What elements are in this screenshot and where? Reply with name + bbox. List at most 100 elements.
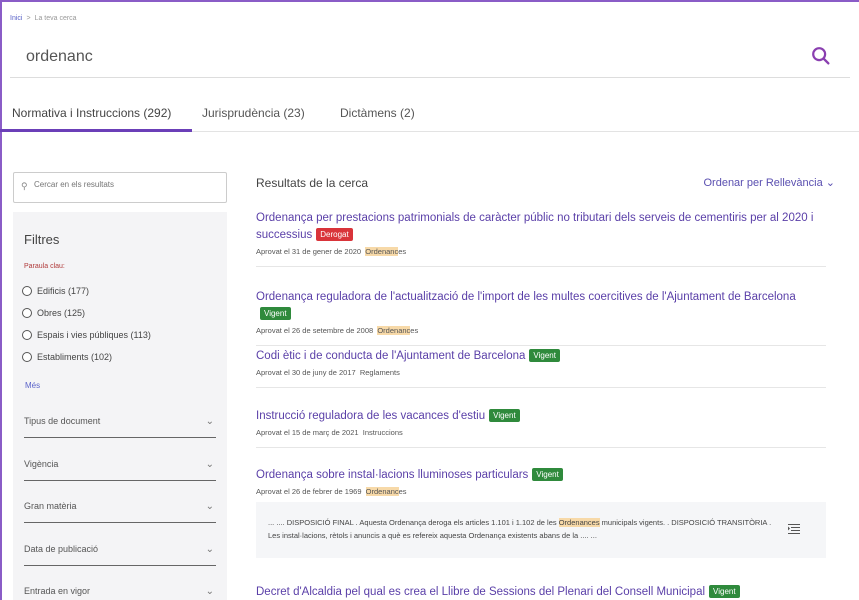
results-heading: Resultats de la cerca (256, 176, 369, 190)
result-type: es (398, 247, 407, 256)
window-frame-left (0, 0, 2, 600)
result-item: Codi ètic i de conducta de l'Ajuntament … (256, 348, 826, 388)
result-meta: Aprovat el 15 de març de 2021 Instruccio… (256, 428, 826, 437)
facet-label: Gran matèria (24, 501, 77, 511)
result-item: Instrucció reguladora de les vacances d'… (256, 408, 826, 448)
result-item: Ordenança per prestacions patrimonials d… (256, 210, 826, 267)
chevron-down-icon: ⌄ (205, 459, 214, 470)
status-badge: Vigent (709, 585, 740, 598)
result-divider (256, 345, 826, 346)
active-tab-indicator (0, 129, 192, 132)
facet-entrada-vigor[interactable]: Entrada en vigor ⌄ (24, 578, 216, 600)
search-query-text[interactable]: ordenanc (26, 48, 93, 66)
result-title-line: Codi ètic i de conducta de l'Ajuntament … (256, 348, 826, 365)
chevron-down-icon: ⌄ (205, 501, 214, 512)
result-date: Aprovat el 30 de juny de 2017 (256, 368, 356, 377)
tab-normativa[interactable]: Normativa i Instruccions (292) (12, 106, 171, 120)
status-badge: Vigent (260, 307, 291, 320)
result-item: Ordenança reguladora de l'actualització … (256, 289, 826, 346)
breadcrumb-current: La teva cerca (34, 15, 77, 22)
chevron-down-icon: ⌄ (205, 586, 214, 597)
results-tabs: Normativa i Instruccions (292) Jurisprud… (0, 92, 859, 132)
window-frame-top (0, 0, 859, 2)
result-title-link[interactable]: Instrucció reguladora de les vacances d'… (256, 410, 485, 422)
more-keywords-link[interactable]: Més (25, 381, 40, 390)
facet-label: Data de publicació (24, 544, 99, 554)
result-title-link[interactable]: Decret d'Alcaldia pel qual es crea el Ll… (256, 586, 705, 598)
result-type: es (398, 487, 407, 496)
chevron-down-icon: ⌄ (205, 544, 214, 555)
keyword-option[interactable]: Edificis (177) (22, 280, 151, 302)
result-type: Reglaments (359, 368, 400, 377)
result-type-highlight: Ordenanc (377, 326, 411, 335)
result-divider (256, 447, 826, 448)
result-meta: Aprovat el 26 de febrer de 1969 Ordenanc… (256, 487, 826, 496)
radio-button[interactable] (22, 308, 32, 318)
result-divider (256, 266, 826, 267)
sort-dropdown[interactable]: Ordenar per Rellevància ⌄ (703, 176, 835, 189)
result-date: Aprovat el 26 de setembre de 2008 (256, 326, 374, 335)
search-icon: ⚲ (21, 181, 28, 191)
result-title-line: Decret d'Alcaldia pel qual es crea el Ll… (256, 584, 826, 600)
sort-label: Ordenar per Rellevància (703, 177, 823, 189)
status-badge: Vigent (489, 409, 520, 422)
filter-search-box[interactable]: ⚲ (13, 172, 227, 203)
facet-label: Entrada en vigor (24, 586, 91, 596)
radio-button[interactable] (22, 286, 32, 296)
result-date: Aprovat el 15 de març de 2021 (256, 428, 359, 437)
search-icon[interactable] (810, 45, 832, 67)
facet-vigencia[interactable]: Vigència ⌄ (24, 451, 216, 481)
result-meta: Aprovat el 31 de gener de 2020 Ordenance… (256, 247, 826, 256)
radio-button[interactable] (22, 330, 32, 340)
filters-panel: Filtres Paraula clau: Edificis (177) Obr… (13, 212, 227, 600)
result-title-link[interactable]: Ordenança sobre instal·lacions lluminose… (256, 469, 528, 481)
keyword-list: Edificis (177) Obres (125) Espais i vies… (22, 280, 151, 368)
result-meta: Aprovat el 30 de juny de 2017 Reglaments (256, 368, 826, 377)
keyword-option-label: Edificis (177) (37, 286, 90, 296)
chevron-down-icon: ⌄ (825, 177, 835, 189)
keyword-option[interactable]: Obres (125) (22, 302, 151, 324)
status-badge: Derogat (316, 228, 353, 241)
keyword-option-label: Obres (125) (37, 308, 86, 318)
facet-tipus-document[interactable]: Tipus de document ⌄ (24, 408, 216, 438)
tab-dictamens[interactable]: Dictàmens (2) (340, 106, 415, 120)
result-type-highlight: Ordenanc (365, 487, 399, 496)
keyword-option-label: Espais i vies públiques (113) (37, 330, 151, 340)
tab-jurisprudencia[interactable]: Jurisprudència (23) (202, 106, 305, 120)
result-date: Aprovat el 31 de gener de 2020 (256, 247, 362, 256)
result-divider (256, 387, 826, 388)
result-item: Ordenança sobre instal·lacions lluminose… (256, 467, 826, 496)
snippet-before: ... .... DISPOSICIÓ FINAL . Aquesta Orde… (268, 518, 559, 527)
radio-button[interactable] (22, 352, 32, 362)
document-lines-icon[interactable] (788, 523, 800, 535)
result-type: Instruccions (362, 428, 403, 437)
facet-label: Tipus de document (24, 416, 101, 426)
snippet-highlight: Ordenances (558, 518, 600, 527)
main-search-box[interactable]: ordenanc (10, 35, 850, 78)
result-title-link[interactable]: Codi ètic i de conducta de l'Ajuntament … (256, 350, 525, 362)
result-type: es (410, 326, 419, 335)
result-title-line: Ordenança sobre instal·lacions lluminose… (256, 467, 826, 484)
filter-search-input[interactable] (34, 180, 219, 189)
result-title-link[interactable]: Ordenança reguladora de l'actualització … (256, 291, 796, 303)
keyword-label: Paraula clau: (24, 263, 65, 270)
result-type-highlight: Ordenanc (365, 247, 399, 256)
breadcrumb-separator: > (26, 15, 31, 22)
result-title-line: Ordenança reguladora de l'actualització … (256, 289, 826, 323)
breadcrumb: Inici > La teva cerca (10, 15, 77, 22)
facet-data-publicacio[interactable]: Data de publicació ⌄ (24, 536, 216, 566)
facet-label: Vigència (24, 459, 59, 469)
keyword-option[interactable]: Establiments (102) (22, 346, 151, 368)
status-badge: Vigent (529, 349, 560, 362)
result-date: Aprovat el 26 de febrer de 1969 (256, 487, 362, 496)
snippet-text: ... .... DISPOSICIÓ FINAL . Aquesta Orde… (268, 516, 778, 542)
keyword-option-label: Establiments (102) (37, 352, 113, 362)
breadcrumb-home-link[interactable]: Inici (10, 15, 22, 22)
result-title-line: Ordenança per prestacions patrimonials d… (256, 210, 826, 244)
status-badge: Vigent (532, 468, 563, 481)
result-snippet: ... .... DISPOSICIÓ FINAL . Aquesta Orde… (256, 502, 826, 558)
facet-gran-materia[interactable]: Gran matèria ⌄ (24, 493, 216, 523)
keyword-option[interactable]: Espais i vies públiques (113) (22, 324, 151, 346)
result-title-line: Instrucció reguladora de les vacances d'… (256, 408, 826, 425)
result-item: Decret d'Alcaldia pel qual es crea el Ll… (256, 584, 826, 600)
